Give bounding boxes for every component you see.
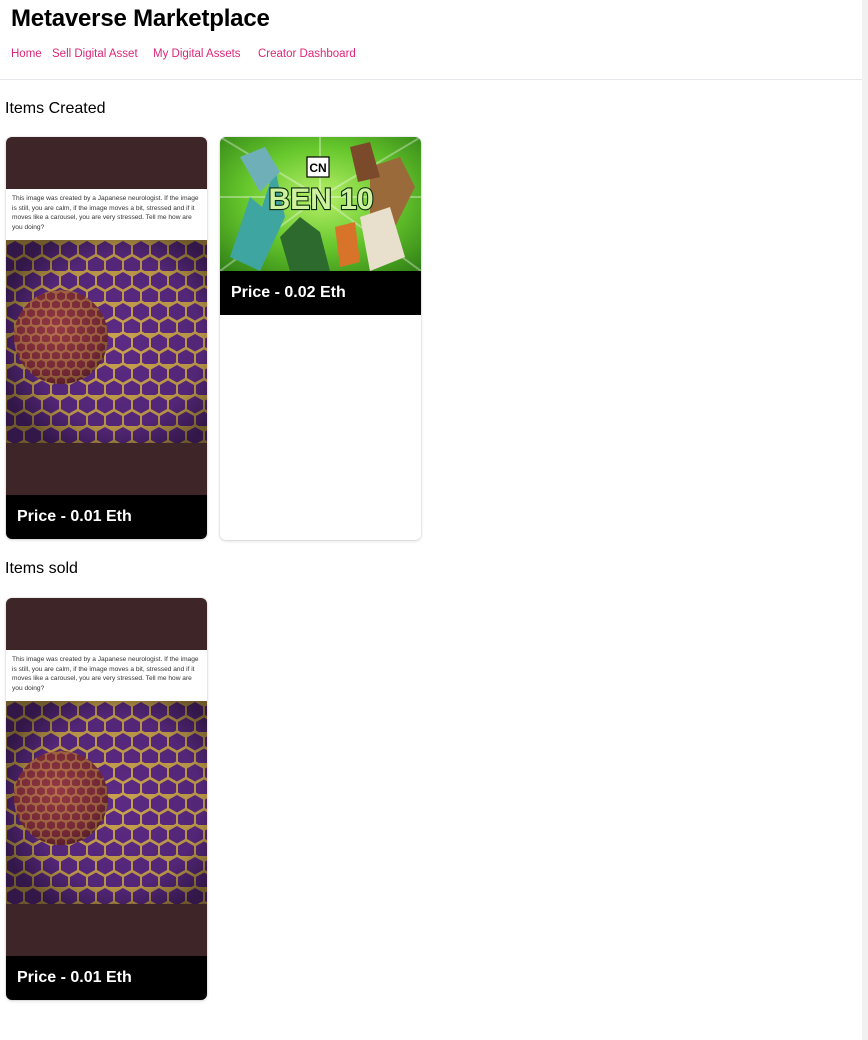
nft-card-illusion[interactable]: This image was created by a Japanese neu…: [6, 137, 207, 539]
ben10-logo: BEN 10: [268, 183, 373, 216]
price-label: Price - 0.02 Eth: [220, 271, 421, 315]
nft-card-ben10[interactable]: CN BEN 10 Price - 0.02 Eth: [220, 137, 421, 540]
nav-link-my-digital-assets[interactable]: My Digital Assets: [153, 48, 241, 60]
hex-pattern: [6, 701, 207, 904]
app-title: Metaverse Marketplace: [11, 5, 270, 32]
nft-image-illusion: This image was created by a Japanese neu…: [6, 598, 207, 956]
nft-card-illusion-sold[interactable]: This image was created by a Japanese neu…: [6, 598, 207, 1000]
nft-image-ben10: CN BEN 10: [220, 137, 421, 272]
price-label: Price - 0.01 Eth: [6, 956, 207, 1000]
section-title-items-created: Items Created: [5, 100, 106, 117]
section-title-items-sold: Items sold: [5, 560, 78, 577]
nav-link-creator-dashboard[interactable]: Creator Dashboard: [258, 48, 356, 60]
image-caption: This image was created by a Japanese neu…: [6, 650, 207, 701]
nav-link-sell-digital-asset[interactable]: Sell Digital Asset: [52, 48, 138, 60]
nav-link-home[interactable]: Home: [11, 48, 42, 60]
top-nav: Metaverse Marketplace Home Sell Digital …: [0, 0, 862, 80]
price-label: Price - 0.01 Eth: [6, 495, 207, 539]
hex-pattern: [6, 240, 207, 443]
image-caption: This image was created by a Japanese neu…: [6, 189, 207, 240]
nft-image-illusion: This image was created by a Japanese neu…: [6, 137, 207, 495]
scrollbar[interactable]: [862, 0, 868, 1040]
cn-logo: CN: [309, 161, 326, 175]
